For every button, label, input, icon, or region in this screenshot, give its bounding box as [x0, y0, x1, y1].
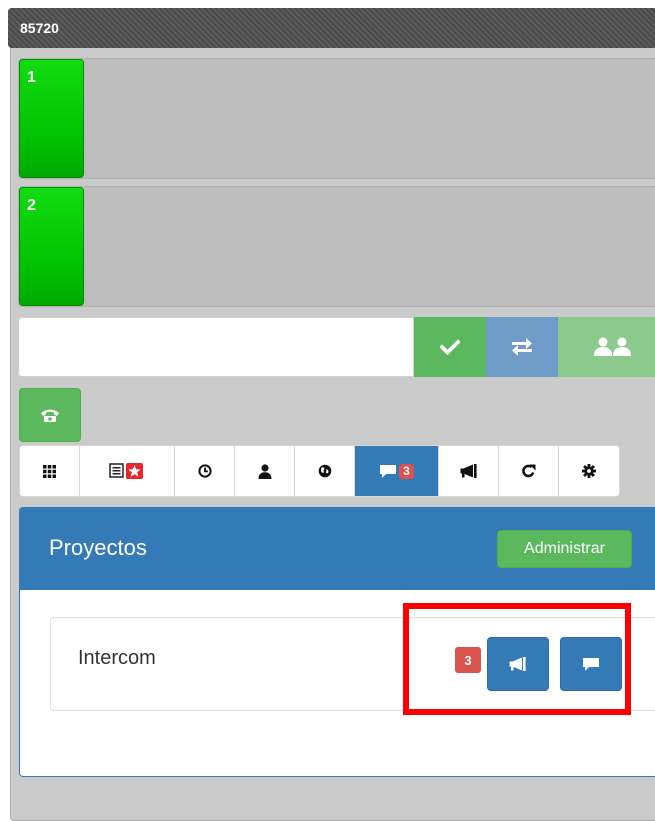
answer-call-button[interactable]	[19, 388, 81, 442]
globe-icon	[318, 464, 331, 478]
dial-number-input[interactable]	[18, 317, 414, 377]
administrar-button[interactable]: Administrar	[497, 530, 632, 568]
title-bar-pattern	[8, 8, 655, 48]
toolbar-directory-favorites-button[interactable]	[80, 446, 175, 496]
transfer-arrows-icon	[512, 338, 532, 356]
feature-toolbar: 3	[19, 445, 620, 497]
line-2[interactable]: 2	[18, 186, 655, 307]
share-redirect-icon	[521, 464, 535, 478]
chat-unread-badge: 3	[399, 463, 414, 479]
toolbar-keypad-button[interactable]	[20, 446, 80, 496]
highlight-box	[403, 603, 631, 715]
conference-users-icon	[594, 337, 631, 356]
user-icon	[258, 463, 271, 479]
keypad-grid-icon	[43, 464, 56, 478]
check-icon	[440, 339, 460, 355]
list-favorite-star-icon	[109, 463, 143, 479]
line-1-indicator[interactable]: 1	[19, 59, 84, 178]
toolbar-announcements-button[interactable]	[439, 446, 499, 496]
megaphone-icon	[460, 464, 477, 478]
projects-title: Proyectos	[49, 535, 147, 560]
toolbar-contacts-button[interactable]	[235, 446, 295, 496]
line-1-number: 1	[27, 69, 36, 86]
confirm-dial-button[interactable]	[414, 317, 486, 377]
line-1[interactable]: 1	[18, 58, 655, 179]
conference-button[interactable]	[558, 317, 655, 377]
project-name: Intercom	[78, 647, 156, 669]
chat-icon	[380, 464, 396, 478]
line-2-indicator[interactable]: 2	[19, 187, 84, 306]
toolbar-chat-button[interactable]: 3	[355, 446, 439, 496]
projects-panel-header: Proyectos Administrar	[20, 508, 655, 590]
toolbar-settings-button[interactable]	[559, 446, 619, 496]
toolbar-web-button[interactable]	[295, 446, 355, 496]
toolbar-redirect-button[interactable]	[499, 446, 559, 496]
extension-title-bar: 85720	[8, 8, 655, 48]
transfer-button[interactable]	[486, 317, 558, 377]
clock-icon	[197, 464, 212, 478]
extension-number: 85720	[20, 20, 59, 36]
toolbar-history-button[interactable]	[175, 446, 235, 496]
line-2-number: 2	[27, 197, 36, 214]
phone-icon	[41, 409, 59, 422]
gear-icon	[582, 464, 596, 478]
